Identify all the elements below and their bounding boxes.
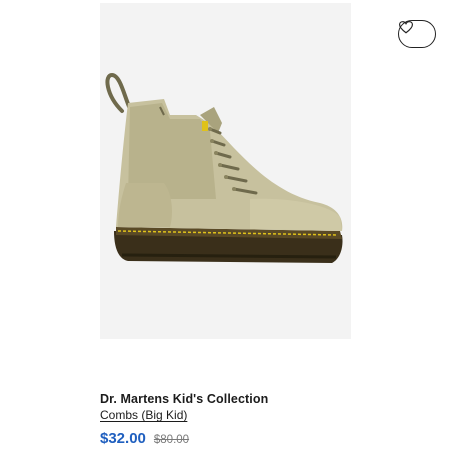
boot-image [105, 72, 343, 263]
product-image[interactable] [100, 3, 436, 339]
product-card[interactable]: Dr. Martens Kid's Collection Combs (Big … [0, 0, 450, 450]
price-row: $32.00 $80.00 [100, 430, 189, 447]
product-name-link[interactable]: Combs (Big Kid) [100, 408, 187, 422]
wishlist-button[interactable] [398, 20, 436, 48]
original-price: $80.00 [153, 434, 190, 446]
sale-price: $32.00 [100, 430, 146, 447]
product-brand: Dr. Martens Kid's Collection [100, 392, 269, 406]
